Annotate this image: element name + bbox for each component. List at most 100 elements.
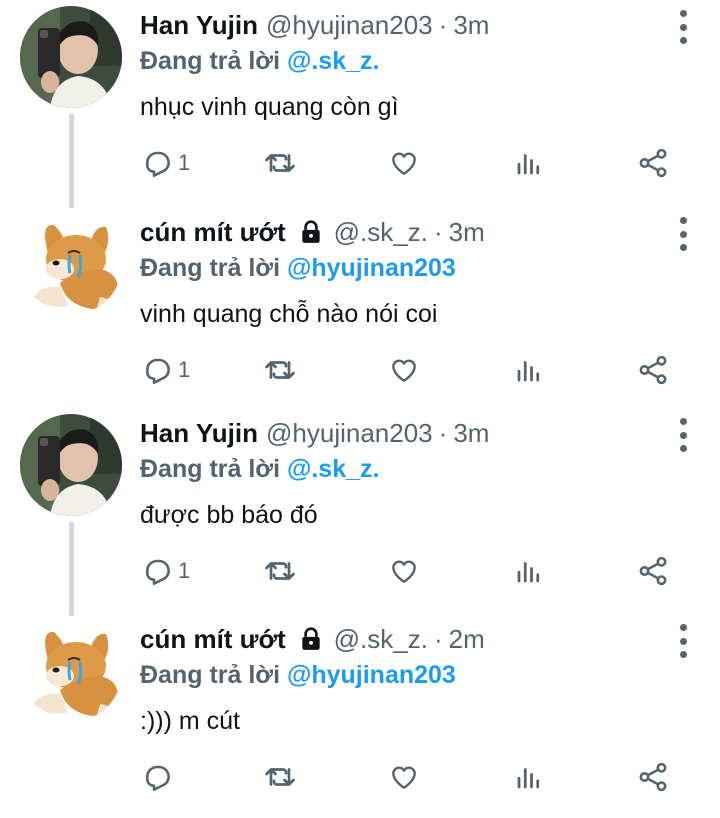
replying-to-handle[interactable]: @hyujinan203 — [287, 254, 456, 282]
reply-count: 1 — [178, 558, 191, 583]
replying-to: Đang trả lời @hyujinan203 — [140, 251, 456, 285]
replying-to: Đang trả lời @hyujinan203 — [140, 658, 456, 692]
tweet[interactable]: Han Yujin @hyujinan203 · 3m Đang trả lời… — [0, 0, 720, 204]
retweet-icon — [265, 361, 295, 379]
tweet-text: nhục vinh quang còn gì — [140, 93, 399, 121]
reply-button[interactable] — [142, 754, 178, 800]
reply-icon — [146, 559, 170, 586]
tweet-header: cún mít ướt @.sk_z. · 3m — [140, 213, 660, 251]
display-name[interactable]: Han Yujin — [140, 414, 258, 452]
avatar[interactable] — [20, 213, 122, 315]
tweet-text: vinh quang chỗ nào nói coi — [140, 300, 438, 328]
user-handle[interactable]: @.sk_z. — [334, 213, 428, 251]
more-icon[interactable] — [676, 10, 690, 44]
retweet-icon — [265, 768, 295, 786]
dot-separator: · — [433, 624, 443, 654]
share-icon — [639, 355, 667, 385]
views-icon — [517, 768, 540, 789]
reply-button[interactable]: 1 — [142, 140, 190, 186]
share-button[interactable] — [636, 140, 670, 186]
dot-separator: · — [433, 217, 443, 247]
share-button[interactable] — [636, 548, 670, 594]
tweet-actions: 1 — [140, 548, 680, 594]
replying-label: Đang trả lời — [140, 254, 281, 282]
reply-icon — [146, 151, 170, 178]
lock-icon — [301, 220, 320, 243]
retweet-button[interactable] — [262, 548, 298, 594]
reply-button[interactable]: 1 — [142, 548, 190, 594]
views-icon — [517, 154, 540, 175]
like-icon — [392, 560, 416, 583]
replying-label: Đang trả lời — [140, 47, 281, 75]
replying-to-handle[interactable]: @.sk_z. — [287, 47, 379, 75]
avatar[interactable] — [20, 414, 122, 516]
like-button[interactable] — [388, 140, 420, 186]
like-button[interactable] — [388, 754, 420, 800]
lock-icon — [301, 627, 320, 650]
views-icon — [517, 562, 540, 583]
tweet-text: :))) m cút — [140, 707, 240, 735]
retweet-button[interactable] — [262, 754, 298, 800]
person-avatar-image — [20, 414, 122, 516]
tweet-header: cún mít ướt @.sk_z. · 2m — [140, 620, 660, 658]
replying-to-handle[interactable]: @.sk_z. — [287, 455, 379, 483]
reply-thread: Han Yujin @hyujinan203 · 3m Đang trả lời… — [0, 0, 720, 803]
shiba-avatar-image — [20, 213, 122, 315]
share-icon — [639, 148, 667, 178]
replying-label: Đang trả lời — [140, 661, 281, 689]
timestamp[interactable]: 3m — [453, 414, 489, 452]
timestamp[interactable]: 3m — [453, 6, 489, 44]
share-button[interactable] — [636, 347, 670, 393]
retweet-button[interactable] — [262, 140, 298, 186]
reply-count: 1 — [178, 357, 191, 382]
like-button[interactable] — [388, 548, 420, 594]
share-icon — [639, 556, 667, 586]
person-avatar-image — [20, 6, 122, 108]
like-icon — [392, 152, 416, 175]
views-button[interactable] — [514, 754, 544, 800]
user-handle[interactable]: @hyujinan203 — [266, 6, 433, 44]
like-icon — [392, 766, 416, 789]
reply-button[interactable]: 1 — [142, 347, 190, 393]
tweet[interactable]: Han Yujin @hyujinan203 · 3m Đang trả lời… — [0, 408, 720, 612]
user-handle[interactable]: @.sk_z. — [334, 620, 428, 658]
tweet[interactable]: cún mít ướt @.sk_z. · 2m Đang trả lời @h… — [0, 614, 720, 818]
shiba-avatar-image — [20, 620, 122, 722]
tweet[interactable]: cún mít ướt @.sk_z. · 3m Đang trả lời @h… — [0, 207, 720, 411]
reply-count: 1 — [178, 150, 191, 175]
avatar[interactable] — [20, 6, 122, 108]
tweet-header: Han Yujin @hyujinan203 · 3m — [140, 6, 660, 44]
views-button[interactable] — [514, 140, 544, 186]
replying-to: Đang trả lời @.sk_z. — [140, 44, 379, 78]
replying-label: Đang trả lời — [140, 455, 281, 483]
retweet-button[interactable] — [262, 347, 298, 393]
share-icon — [639, 762, 667, 792]
tweet-actions: 1 — [140, 347, 680, 393]
tweet-text: được bb báo đó — [140, 501, 318, 529]
dot-separator: · — [438, 10, 448, 40]
timestamp[interactable]: 3m — [449, 213, 485, 251]
like-button[interactable] — [388, 347, 420, 393]
reply-icon — [146, 358, 170, 385]
reply-icon — [146, 765, 170, 792]
views-icon — [517, 361, 540, 382]
more-icon[interactable] — [676, 217, 690, 251]
tweet-actions: 1 — [140, 140, 680, 186]
like-icon — [392, 359, 416, 382]
display-name[interactable]: Han Yujin — [140, 6, 258, 44]
more-icon[interactable] — [676, 418, 690, 452]
share-button[interactable] — [636, 754, 670, 800]
dot-separator: · — [438, 418, 448, 448]
timestamp[interactable]: 2m — [449, 620, 485, 658]
views-button[interactable] — [514, 347, 544, 393]
user-handle[interactable]: @hyujinan203 — [266, 414, 433, 452]
retweet-icon — [265, 154, 295, 172]
display-name[interactable]: cún mít ướt — [140, 213, 286, 251]
tweet-header: Han Yujin @hyujinan203 · 3m — [140, 414, 660, 452]
replying-to-handle[interactable]: @hyujinan203 — [287, 661, 456, 689]
tweet-actions — [140, 754, 680, 800]
more-icon[interactable] — [676, 624, 690, 658]
display-name[interactable]: cún mít ướt — [140, 620, 286, 658]
avatar[interactable] — [20, 620, 122, 722]
views-button[interactable] — [514, 548, 544, 594]
